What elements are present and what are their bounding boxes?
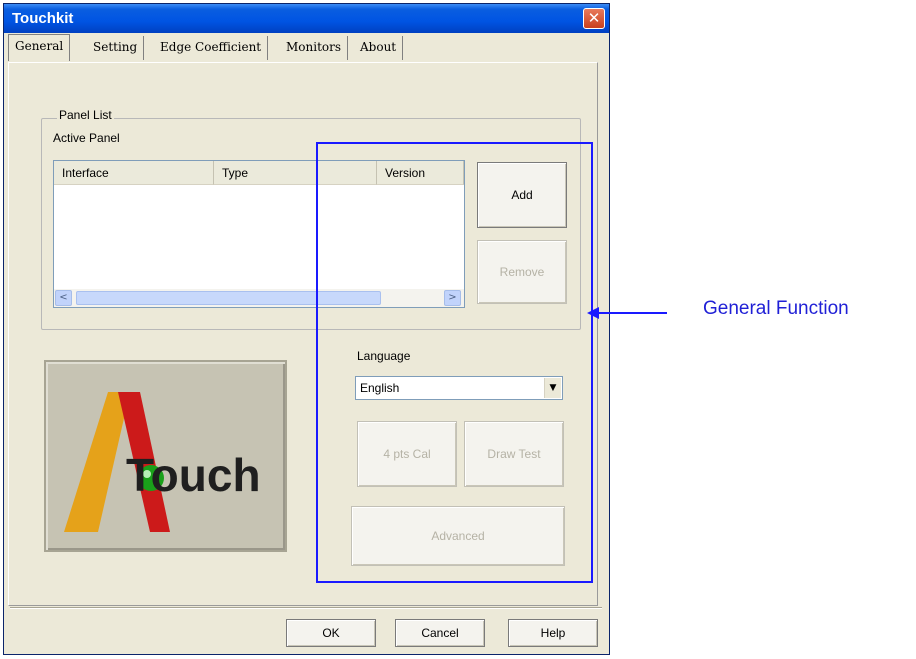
footer-separator xyxy=(10,607,602,609)
general-function-annotation: General Function xyxy=(703,298,849,319)
active-panel-label: Active Panel xyxy=(53,131,120,145)
tab-edge-coefficient[interactable]: Edge Coefficient xyxy=(154,36,269,60)
help-button[interactable]: Help xyxy=(508,619,598,647)
tab-setting[interactable]: Setting xyxy=(87,36,145,60)
ok-button[interactable]: OK xyxy=(286,619,376,647)
tab-general[interactable]: General xyxy=(8,34,71,61)
close-button[interactable]: ✕ xyxy=(583,8,605,29)
atouch-logo: Touch xyxy=(44,360,287,552)
close-icon: ✕ xyxy=(587,9,601,27)
annotation-arrow-icon xyxy=(587,307,667,319)
cancel-button[interactable]: Cancel xyxy=(395,619,485,647)
title-bar[interactable]: Touchkit ✕ xyxy=(4,4,609,33)
scroll-left-icon[interactable]: < xyxy=(55,290,72,306)
column-header-interface[interactable]: Interface xyxy=(54,161,214,185)
panel-list-legend: Panel List xyxy=(57,108,114,122)
window-title: Touchkit xyxy=(12,10,74,27)
logo-text: Touch xyxy=(126,449,261,501)
general-function-highlight-box xyxy=(316,142,593,583)
tab-monitors[interactable]: Monitors xyxy=(280,36,349,60)
tab-about[interactable]: About xyxy=(354,36,404,60)
